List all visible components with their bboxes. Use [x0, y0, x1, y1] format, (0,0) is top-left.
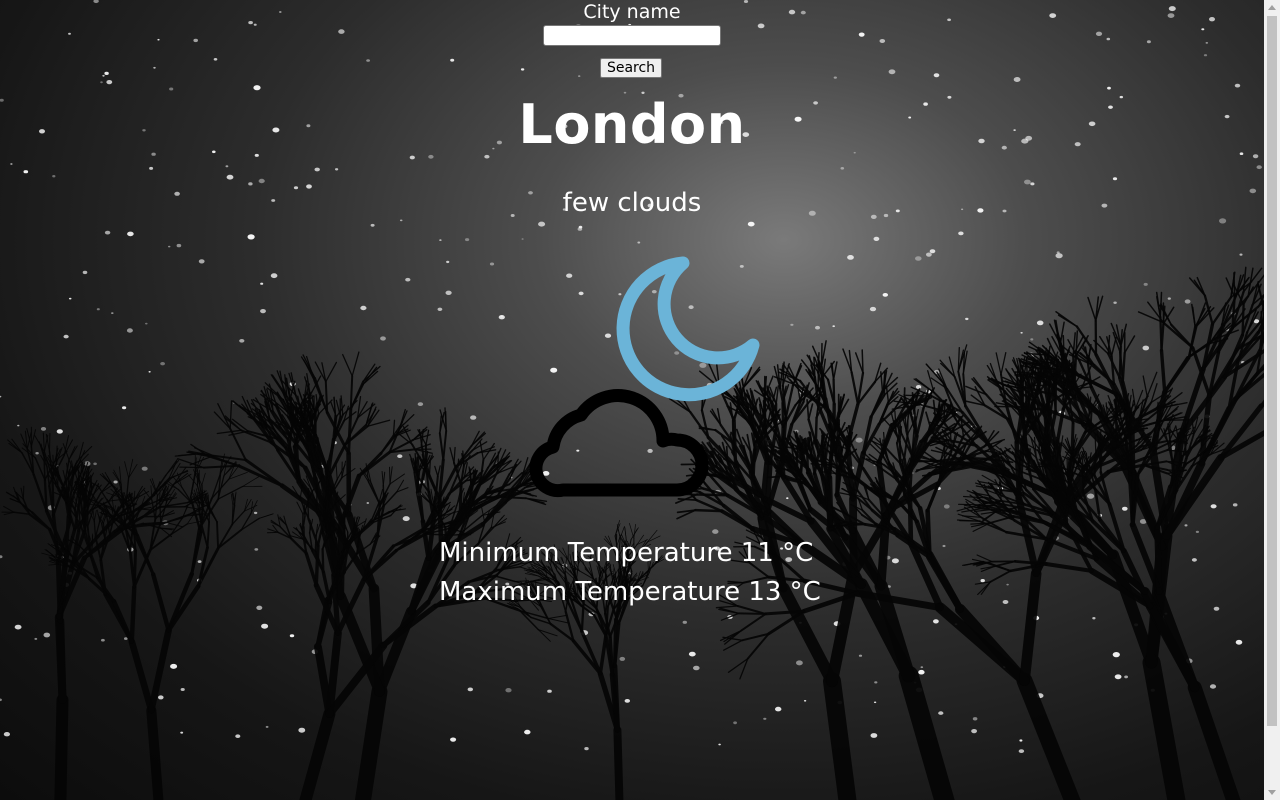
page-background: City name Search London few clouds Minim…: [0, 0, 1264, 800]
max-temperature: Maximum Temperature 13 °C: [439, 577, 821, 607]
weather-app: City name Search London few clouds Minim…: [0, 0, 1264, 800]
vertical-scrollbar[interactable]: [1264, 0, 1280, 800]
city-name-input[interactable]: [543, 25, 721, 46]
scrollbar-thumb[interactable]: [1267, 16, 1277, 726]
temperature-block: Minimum Temperature 11 °C Maximum Temper…: [439, 534, 821, 612]
cloud-moon-icon: [529, 256, 760, 498]
scroll-down-arrow-icon[interactable]: [1268, 790, 1276, 795]
search-button[interactable]: Search: [600, 58, 662, 78]
min-temperature: Minimum Temperature 11 °C: [439, 538, 814, 568]
scroll-up-arrow-icon[interactable]: [1268, 5, 1276, 10]
city-title: London: [518, 93, 746, 156]
moon-icon: [616, 256, 760, 402]
city-name-label: City name: [583, 1, 681, 23]
weather-description: few clouds: [562, 188, 702, 218]
cloud-icon: [529, 389, 709, 498]
